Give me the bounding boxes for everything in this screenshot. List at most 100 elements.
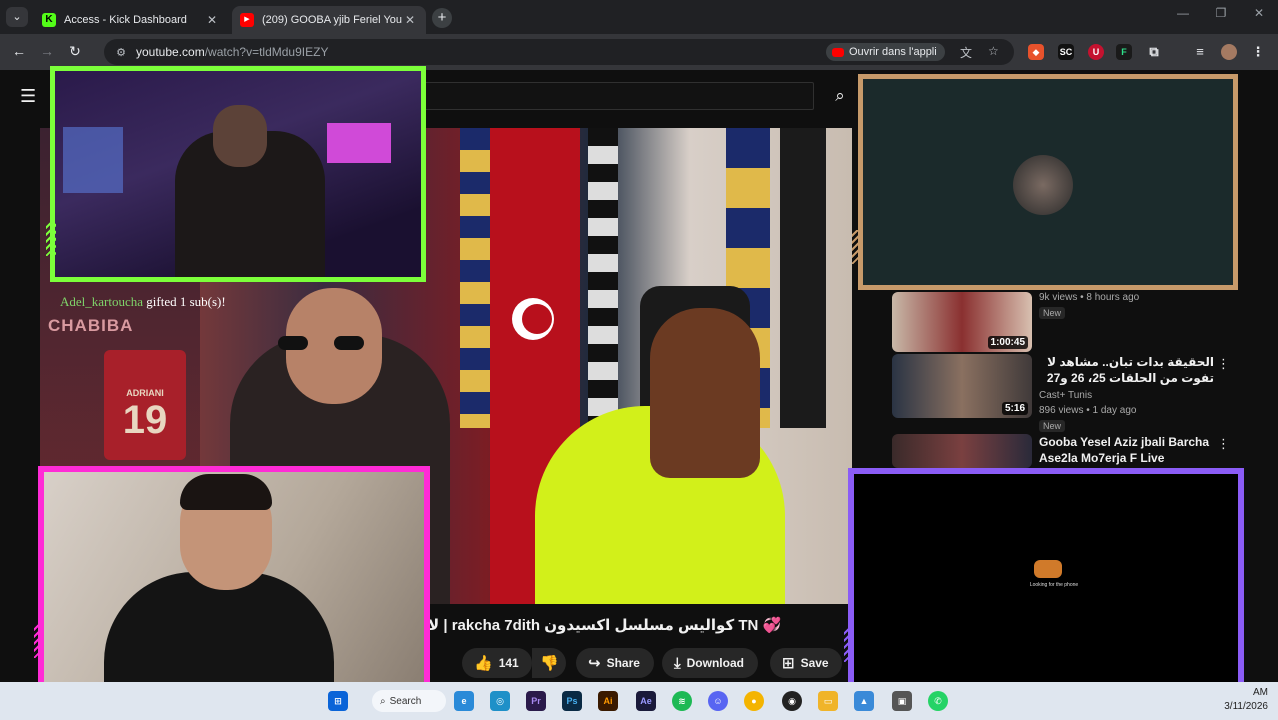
spotify-icon[interactable]: ≋ [672, 691, 692, 711]
new-tab-button[interactable]: + [432, 8, 452, 28]
reload-button[interactable]: ↻ [66, 43, 84, 60]
forward-button[interactable]: → [38, 43, 56, 59]
whatsapp-icon[interactable]: ✆ [928, 691, 948, 711]
streamer-woman-hair [650, 308, 760, 478]
game-character-head [213, 105, 267, 167]
frame-stripes [844, 628, 854, 662]
youtube-icon [832, 47, 844, 57]
extensions-puzzle-icon[interactable]: ⧉ [1146, 44, 1162, 60]
video-views: 896 views • 1 day ago [1039, 405, 1137, 416]
overlay-game-cam [50, 66, 426, 282]
app-icon[interactable]: ▲ [854, 691, 874, 711]
gift-username: Adel_kartoucha [60, 294, 144, 309]
video-thumbnail[interactable] [892, 434, 1032, 468]
site-info-icon[interactable]: ⚙ [110, 46, 132, 59]
tab-strip: ⌄ K Access - Kick Dashboard ✕ ▶ (209) GO… [0, 0, 1278, 34]
reading-list-icon[interactable]: ≡ [1192, 44, 1208, 60]
like-count: 141 [498, 656, 519, 670]
bookmark-icon: ⊞ [782, 655, 795, 672]
back-button[interactable]: ← [10, 43, 28, 59]
recommendation-item[interactable]: Gooba Yesel Aziz jbali Barcha Ase2la Mo7… [892, 434, 1232, 481]
recommendation-meta: الحقيقة بدات تبان.. مشاهد لا تفوت من الح… [1039, 354, 1214, 432]
chrome-icon[interactable]: ● [744, 691, 764, 711]
game-neon-sign [327, 123, 391, 163]
recommendation-meta: 9k views • 8 hours ago New [1039, 292, 1214, 319]
app-icon[interactable]: ▣ [892, 691, 912, 711]
after-effects-icon[interactable]: Ae [636, 691, 656, 711]
close-icon[interactable]: ✕ [402, 13, 418, 27]
tab-youtube-video[interactable]: ▶ (209) GOOBA yjib Feriel Youssef ✕ [232, 6, 426, 34]
taskbar: ⊞ ⌕ Search e ◎ Pr Ps Ai Ae ≋ ☺ ● ◉ ▭ ▲ ▣ … [0, 682, 1278, 720]
frame-stripes [852, 230, 862, 264]
youtube-icon: ▶ [240, 13, 254, 27]
avatar [1013, 155, 1073, 215]
video-thumbnail[interactable]: 5:16 [892, 354, 1032, 418]
video-title: 💞 TN كواليس مسلسل اكسيدون rakcha 7dith |… [428, 617, 782, 634]
kick-icon: K [42, 13, 56, 27]
illustrator-icon[interactable]: Ai [598, 691, 618, 711]
url-text: youtube.com/watch?v=tldMdu9IEZY [136, 45, 328, 59]
new-badge: New [1039, 420, 1066, 432]
menu-kebab-icon[interactable]: ⋮ [1250, 44, 1266, 60]
overlay-purple-panel: Looking for the phone [848, 468, 1244, 692]
system-clock[interactable]: AM 3/11/2026 [1224, 686, 1268, 714]
discord-icon[interactable]: ☺ [708, 691, 728, 711]
obs-icon[interactable]: ◉ [782, 691, 802, 711]
like-button[interactable]: 👍 141 [462, 648, 532, 678]
scarf-decoration [780, 128, 826, 428]
video-title: الحقيقة بدات تبان.. مشاهد لا تفوت من الح… [1046, 355, 1214, 385]
open-in-app-button[interactable]: Ouvrir dans l'appli [826, 43, 945, 61]
search-icon[interactable]: ⌕ [822, 82, 858, 110]
tab-kick-dashboard[interactable]: K Access - Kick Dashboard ✕ [34, 6, 228, 34]
recommendation-item[interactable]: 1:00:45 9k views • 8 hours ago New [892, 292, 1232, 352]
url-host: youtube.com [136, 45, 205, 59]
translate-icon[interactable]: 文 [960, 44, 972, 61]
flag-crescent [512, 298, 554, 340]
photoshop-icon[interactable]: Ps [562, 691, 582, 711]
extension-fox-icon[interactable]: ◆ [1028, 44, 1044, 60]
taskbar-search[interactable]: ⌕ Search [372, 690, 446, 712]
scarf-decoration [588, 128, 618, 428]
extension-ublock-icon[interactable]: U [1088, 44, 1104, 60]
clock-time: AM [1253, 687, 1268, 698]
share-button[interactable]: ↪ Share [576, 648, 654, 678]
save-button[interactable]: ⊞ Save [770, 648, 842, 678]
search-icon: ⌕ [380, 695, 386, 707]
tab-search-button[interactable]: ⌄ [6, 7, 28, 27]
extension-f-icon[interactable]: F [1116, 44, 1132, 60]
dislike-button[interactable]: 👎 [532, 648, 566, 678]
more-options-icon[interactable]: ⋮ [1217, 356, 1230, 372]
overlay-caption: Looking for the phone [1029, 582, 1079, 588]
save-label: Save [800, 656, 829, 670]
gift-alert: Adel_kartoucha gifted 1 sub(s)! [60, 294, 226, 310]
hamburger-menu-icon[interactable]: ☰ [20, 86, 36, 107]
recommendation-item[interactable]: 5:16 الحقيقة بدات تبان.. مشاهد لا تفوت م… [892, 354, 1232, 432]
tab-title: (209) GOOBA yjib Feriel Youssef [262, 14, 402, 26]
profile-avatar[interactable] [1221, 44, 1237, 60]
download-icon: ⤓ [674, 654, 681, 672]
bookmark-star-icon[interactable]: ☆ [988, 44, 999, 58]
taskbar-search-label: Search [389, 695, 422, 707]
edge-icon[interactable]: e [454, 691, 474, 711]
minimize-button[interactable]: — [1168, 6, 1198, 20]
maximize-button[interactable]: ❐ [1206, 6, 1236, 20]
url-path: /watch?v=tldMdu9IEZY [204, 45, 329, 59]
davinci-icon[interactable]: ◎ [490, 691, 510, 711]
address-bar[interactable]: ⚙ youtube.com/watch?v=tldMdu9IEZY Ouvrir… [104, 39, 1014, 65]
close-icon[interactable]: ✕ [204, 13, 220, 27]
window-close-button[interactable]: ✕ [1244, 6, 1274, 20]
extension-sc-icon[interactable]: SC [1058, 44, 1074, 60]
download-button[interactable]: ⤓ Download [662, 648, 758, 678]
overlay-avatar-panel [858, 74, 1238, 290]
gift-text: gifted 1 sub(s)! [143, 294, 226, 309]
search-input[interactable] [424, 82, 814, 110]
download-label: Download [686, 656, 744, 670]
windows-start-icon[interactable]: ⊞ [328, 691, 348, 711]
scarf-decoration [460, 128, 490, 428]
more-options-icon[interactable]: ⋮ [1217, 436, 1230, 452]
video-thumbnail[interactable]: 1:00:45 [892, 292, 1032, 352]
thumbs-up-icon: 👍 [474, 655, 493, 672]
premiere-icon[interactable]: Pr [526, 691, 546, 711]
jersey: ADRIANI 19 [104, 350, 186, 460]
file-explorer-icon[interactable]: ▭ [818, 691, 838, 711]
